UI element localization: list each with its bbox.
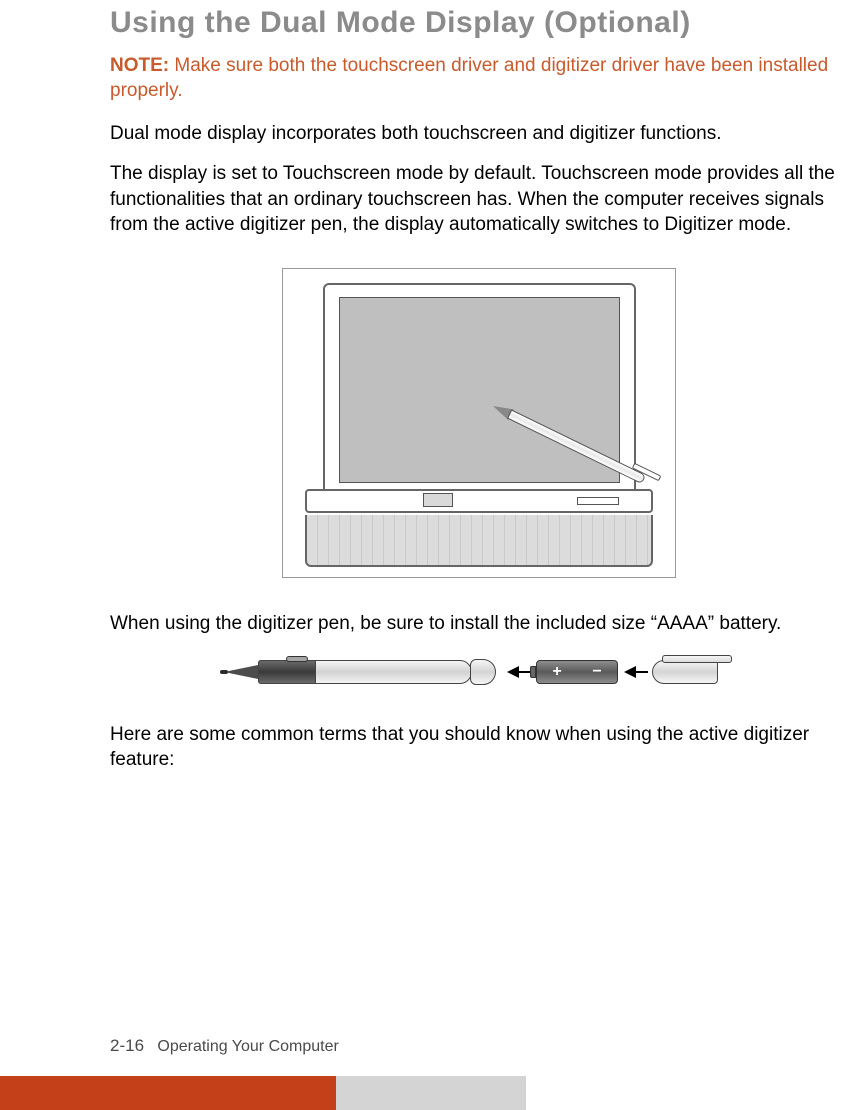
paragraph-intro: Dual mode display incorporates both touc… — [110, 121, 848, 147]
note-block: NOTE: Make sure both the touchscreen dri… — [110, 54, 848, 103]
footer-bar-gray — [336, 1076, 526, 1110]
pen-tip-point — [220, 670, 228, 674]
pen-battery-illustration: + − — [224, 651, 734, 693]
pen-side-button — [286, 656, 308, 662]
laptop-illustration — [282, 268, 676, 578]
figure-pen-battery-assembly: + − — [110, 651, 848, 698]
section-heading: Using the Dual Mode Display (Optional) — [110, 6, 848, 40]
battery-plus-label: + — [552, 663, 561, 681]
page-footer: 2-16 Operating Your Computer — [0, 1036, 848, 1110]
figure-laptop-with-pen — [110, 268, 848, 583]
pen-grip — [258, 660, 316, 684]
paragraph-default-mode: The display is set to Touchscreen mode b… — [110, 161, 848, 238]
pen-tip-cone — [224, 665, 258, 679]
pen-cap-clip — [662, 655, 732, 663]
arrow-left-icon — [624, 666, 648, 678]
pen-cap — [652, 658, 730, 686]
chapter-title: Operating Your Computer — [157, 1038, 338, 1055]
arrow-left-icon — [507, 666, 531, 678]
page-number: 2-16 — [110, 1036, 144, 1055]
paragraph-battery-note: When using the digitizer pen, be sure to… — [110, 611, 848, 637]
hinge-latch — [577, 497, 619, 505]
paragraph-terms-intro: Here are some common terms that you shou… — [110, 722, 848, 773]
pen-cap-body — [652, 660, 718, 684]
pen-open-end — [470, 659, 496, 685]
note-text: Make sure both the touchscreen driver an… — [110, 55, 828, 101]
footer-text: 2-16 Operating Your Computer — [110, 1036, 848, 1056]
aaaa-battery: + − — [536, 660, 618, 684]
note-label: NOTE: — [110, 55, 169, 76]
laptop-lid — [323, 283, 636, 501]
battery-minus-label: − — [592, 663, 601, 681]
pen-assembly — [224, 660, 502, 684]
manual-page: Using the Dual Mode Display (Optional) N… — [0, 6, 848, 1110]
footer-color-bars — [0, 1076, 848, 1110]
laptop-keyboard — [305, 515, 653, 567]
hinge-button — [423, 493, 453, 507]
footer-bar-orange — [0, 1076, 336, 1110]
